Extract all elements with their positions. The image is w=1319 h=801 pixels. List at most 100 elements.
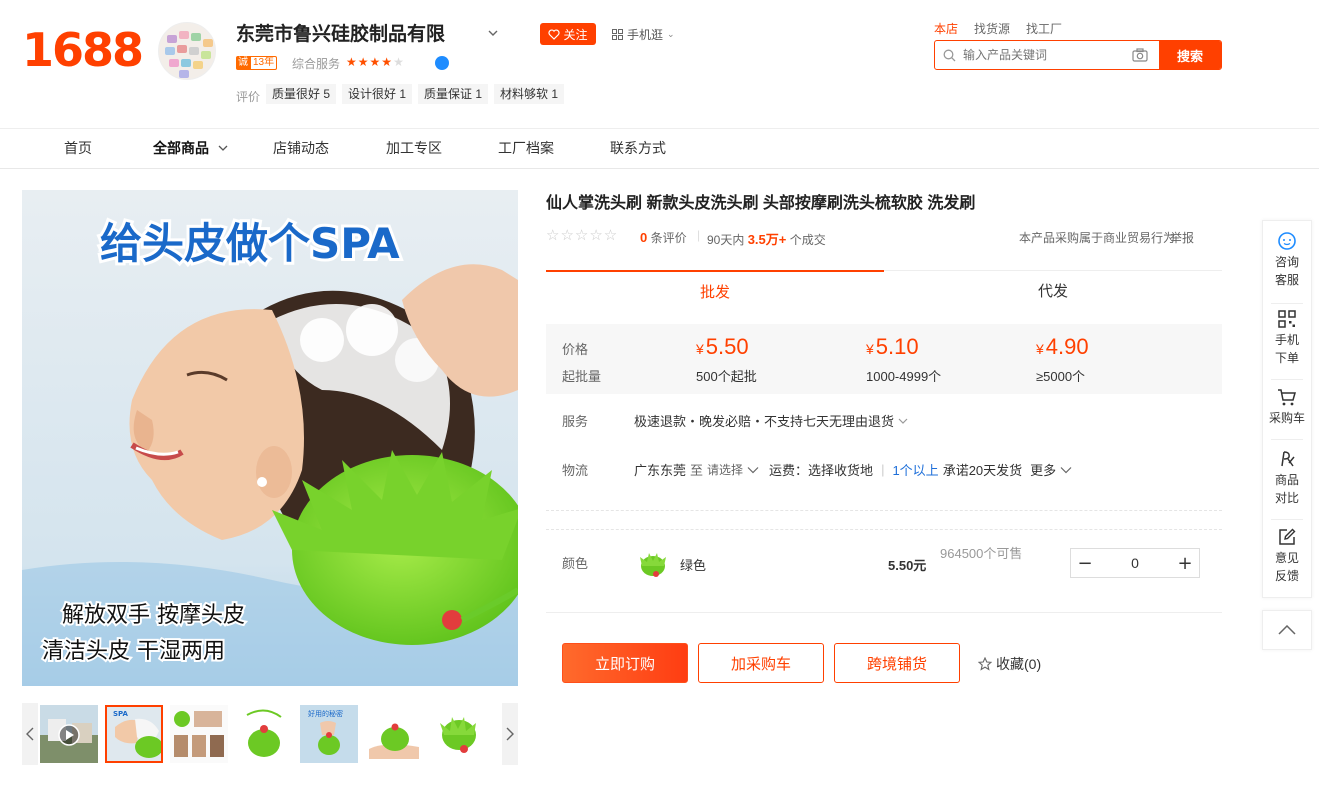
moq-label: 起批量 bbox=[562, 369, 602, 384]
compare-icon bbox=[1281, 451, 1295, 467]
nav-all-products[interactable]: 全部商品 bbox=[153, 129, 209, 167]
increment-button[interactable]: + bbox=[1171, 549, 1199, 577]
thumbnail-3[interactable] bbox=[235, 705, 293, 763]
favorite-button[interactable]: 收藏(0) bbox=[978, 654, 1041, 674]
search-input[interactable] bbox=[935, 41, 1159, 69]
back-to-top-button[interactable] bbox=[1262, 610, 1312, 650]
toolbar-feedback[interactable]: 意见反馈 bbox=[1263, 527, 1311, 585]
chengxin-years: 13年 bbox=[250, 56, 278, 70]
sku-name: 绿色 bbox=[680, 558, 707, 573]
chevron-up-icon bbox=[1278, 625, 1296, 635]
thumbnail-4[interactable]: 好用的秘密 bbox=[300, 705, 358, 763]
sku-label: 颜色 bbox=[562, 556, 589, 571]
shop-avatar[interactable] bbox=[158, 22, 216, 80]
quantity-stepper: − + bbox=[1070, 548, 1200, 578]
star-icon: ★ bbox=[381, 55, 393, 69]
tab-wholesale[interactable]: 批发 bbox=[546, 270, 884, 312]
eval-count: 0 bbox=[640, 230, 648, 245]
logistics-label: 物流 bbox=[562, 463, 589, 478]
main-product-image[interactable]: 给头皮做个SPA 解放双手 按摩头皮 清洁头皮 干湿两用 bbox=[22, 190, 518, 686]
decrement-button[interactable]: − bbox=[1071, 549, 1099, 577]
toolbar-label: 采购车 bbox=[1268, 411, 1305, 425]
nav-contact[interactable]: 联系方式 bbox=[610, 129, 666, 167]
star-icon: ★ bbox=[346, 55, 357, 69]
eval-link[interactable]: 0 条评价 bbox=[640, 229, 687, 246]
image-headline: 给头皮做个SPA bbox=[100, 219, 400, 268]
review-tag[interactable]: 材料够软 1 bbox=[494, 84, 565, 104]
image-line-1: 解放双手 按摩头皮 bbox=[62, 603, 245, 628]
toolbar-label: 咨询客服 bbox=[1274, 255, 1299, 287]
favorite-label: 收藏(0) bbox=[996, 656, 1042, 672]
nav-processing[interactable]: 加工专区 bbox=[386, 129, 442, 167]
thumbnail-2[interactable] bbox=[170, 705, 228, 763]
logistics-more[interactable]: 更多 bbox=[1030, 460, 1056, 479]
nav-factory-profile[interactable]: 工厂档案 bbox=[498, 129, 554, 167]
site-logo[interactable]: 1688 bbox=[22, 22, 144, 78]
search-tab-source[interactable]: 找货源 bbox=[974, 20, 1010, 37]
tier-price: 5.10 bbox=[875, 334, 919, 359]
quantity-input[interactable] bbox=[1099, 549, 1171, 577]
purchase-mode-tabs: 批发 代发 bbox=[546, 270, 1222, 312]
follow-button[interactable]: 关注 bbox=[540, 23, 596, 45]
search-tab-shop[interactable]: 本店 bbox=[934, 20, 958, 37]
star-outline-icon bbox=[978, 657, 992, 671]
buy-now-button[interactable]: 立即订购 bbox=[562, 643, 688, 683]
thumbnail-5[interactable] bbox=[365, 705, 423, 763]
thumbnail-image bbox=[365, 705, 423, 763]
thumbnail-1[interactable]: SPA bbox=[105, 705, 163, 763]
chevron-down-icon[interactable] bbox=[747, 466, 759, 474]
cross-border-button[interactable]: 跨境铺货 bbox=[834, 643, 960, 683]
sales-value: 3.5万+ bbox=[747, 232, 787, 247]
chevron-down-icon[interactable] bbox=[486, 26, 500, 40]
report-link[interactable]: 举报 bbox=[1170, 229, 1194, 246]
shop-name[interactable]: 东莞市鲁兴硅胶制品有限 bbox=[236, 22, 445, 48]
nav-shop-news[interactable]: 店铺动态 bbox=[273, 129, 329, 167]
search-scope-tabs: 本店 找货源 找工厂 bbox=[934, 20, 1062, 37]
chevron-down-icon[interactable] bbox=[1060, 466, 1072, 474]
divider: | bbox=[697, 228, 701, 242]
chevron-right-icon bbox=[506, 727, 514, 741]
price-table: 价格 起批量 ¥5.50 500个起批 ¥5.10 1000-4999个 ¥4.… bbox=[546, 324, 1222, 394]
tab-dropship[interactable]: 代发 bbox=[884, 270, 1222, 312]
thumbnail-caption: 好用的秘密 bbox=[308, 709, 343, 718]
rating-stars: ☆☆☆☆☆ bbox=[546, 227, 619, 244]
nav-home[interactable]: 首页 bbox=[64, 129, 92, 167]
product-title: 仙人掌洗头刷 新款头皮洗头刷 头部按摩刷洗头梳软胶 洗发刷 bbox=[546, 195, 976, 212]
shop-nav: 首页 全部商品 店铺动态 加工专区 工厂档案 联系方式 bbox=[0, 128, 1319, 169]
logistics-to: 至 bbox=[690, 463, 704, 478]
sku-stock: 964500个可售 bbox=[940, 546, 1023, 561]
review-tag[interactable]: 设计很好 1 bbox=[342, 84, 413, 104]
thumb-prev-button[interactable] bbox=[22, 703, 38, 765]
search-button[interactable]: 搜索 bbox=[1159, 41, 1221, 69]
mobile-browse-link[interactable]: 手机逛 ⌄ bbox=[612, 26, 675, 43]
sku-price: 5.50元 bbox=[888, 558, 927, 573]
search-icon bbox=[943, 49, 956, 62]
search-tab-factory[interactable]: 找工厂 bbox=[1026, 20, 1062, 37]
tier-quantity: ≥5000个 bbox=[1036, 369, 1086, 384]
search-bar: 搜索 bbox=[934, 40, 1222, 70]
thumbnail-video[interactable] bbox=[40, 705, 98, 763]
currency-symbol: ¥ bbox=[696, 341, 704, 357]
service-row: 服务 极速退款・晚发必赔・不支持七天无理由退货 bbox=[546, 411, 1222, 431]
thumb-next-button[interactable] bbox=[502, 703, 518, 765]
destination-select[interactable]: 请选择 bbox=[707, 461, 743, 478]
divider bbox=[1271, 439, 1303, 440]
toolbar-compare[interactable]: 商品对比 bbox=[1263, 449, 1311, 507]
camera-icon[interactable] bbox=[1132, 47, 1148, 63]
review-tag[interactable]: 质量很好 5 bbox=[266, 84, 337, 104]
verified-icon[interactable] bbox=[435, 56, 449, 70]
toolbar-mobile-order[interactable]: 手机下单 bbox=[1263, 309, 1311, 367]
currency-symbol: ¥ bbox=[866, 341, 874, 357]
chengxin-badge[interactable]: 诚 13年 bbox=[236, 56, 278, 70]
toolbar-customer-service[interactable]: 咨询客服 bbox=[1263, 231, 1311, 289]
chevron-down-icon[interactable] bbox=[217, 143, 229, 153]
floating-toolbar: 咨询客服 手机下单 采购车 商品对比 意见反馈 bbox=[1262, 220, 1312, 598]
add-to-cart-button[interactable]: 加采购车 bbox=[698, 643, 824, 683]
logistics-row: 物流 广东东莞 至 请选择 运费：选择收货地 | 1个以上 承诺20天发货 更多 bbox=[546, 460, 1222, 480]
toolbar-cart[interactable]: 采购车 bbox=[1263, 387, 1311, 427]
service-value[interactable]: 极速退款・晚发必赔・不支持七天无理由退货 bbox=[634, 411, 908, 430]
thumbnail-6[interactable] bbox=[430, 705, 488, 763]
sku-swatch-image[interactable] bbox=[638, 549, 668, 579]
review-tag[interactable]: 质量保证 1 bbox=[418, 84, 489, 104]
thumbnail-strip: SPA 好用的秘密 bbox=[22, 703, 518, 765]
